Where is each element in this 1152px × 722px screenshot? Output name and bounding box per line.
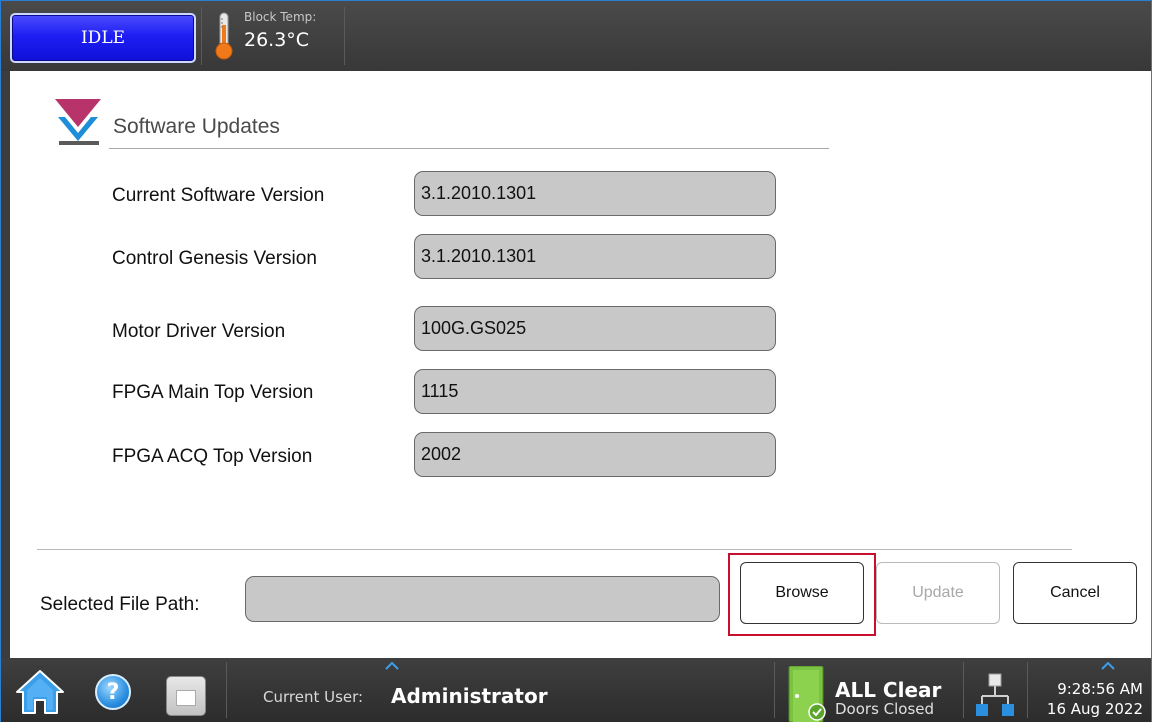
selected-file-path-label: Selected File Path: [40,594,200,615]
door-icon [788,666,826,722]
door-status-subtitle: Doors Closed [835,700,935,718]
motor-driver-version-label: Motor Driver Version [112,321,286,342]
page-title: Software Updates [113,115,280,138]
chevron-up-icon[interactable] [385,662,399,670]
home-icon[interactable] [15,668,65,716]
clock-date: 16 Aug 2022 [1046,700,1143,718]
fpga-acq-top-version-label: FPGA ACQ Top Version [112,446,313,467]
screen: IDLE Block Temp: 26.3°C Software Updates… [0,0,1152,722]
current-user-value[interactable]: Administrator [391,684,548,708]
block-temp-panel: Block Temp: 26.3°C [201,7,345,65]
current-software-version-label: Current Software Version [112,185,325,206]
software-updates-panel: Software Updates Current Software Versio… [10,71,1151,658]
bar-divider [226,662,227,718]
cancel-button[interactable]: Cancel [1013,562,1137,624]
bar-divider [1027,662,1028,718]
clock-time: 9:28:56 AM [1057,680,1143,698]
block-temp-label: Block Temp: [244,10,317,24]
help-icon[interactable]: ? [95,674,131,710]
fpga-acq-top-version-field: 2002 [414,432,776,477]
bar-divider [774,662,775,718]
bottom-bar: ? Current User: Administrator ALL Clear … [1,658,1151,722]
selected-file-path-field[interactable] [245,576,720,622]
control-genesis-version-label: Control Genesis Version [112,248,317,269]
update-button[interactable]: Update [876,562,1000,624]
top-bar: IDLE Block Temp: 26.3°C [1,1,1151,71]
network-icon[interactable] [974,672,1016,718]
title-divider [109,148,829,149]
actions-divider [37,549,1072,550]
chevron-up-icon[interactable] [1101,662,1115,670]
block-temp-value: 26.3°C [244,29,310,51]
save-icon[interactable] [166,676,206,716]
instrument-state-button[interactable]: IDLE [10,13,196,63]
thermometer-icon [215,12,233,60]
fpga-main-top-version-field: 1115 [414,369,776,414]
fpga-main-top-version-label: FPGA Main Top Version [112,382,314,403]
current-software-version-field: 3.1.2010.1301 [414,171,776,216]
browse-button[interactable]: Browse [740,562,864,624]
current-user-label: Current User: [263,688,364,706]
door-status-title: ALL Clear [835,678,942,702]
bar-divider [963,662,964,718]
logo-icon [55,99,101,145]
motor-driver-version-field: 100G.GS025 [414,306,776,351]
control-genesis-version-field: 3.1.2010.1301 [414,234,776,279]
